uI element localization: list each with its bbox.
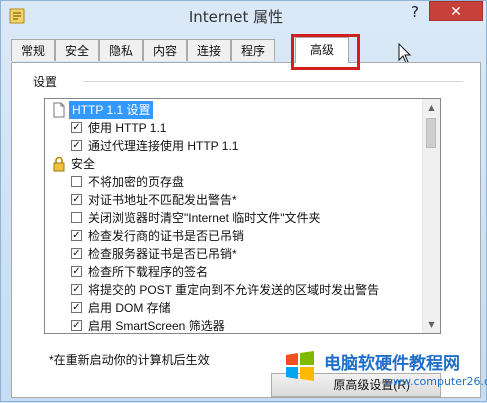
title-bar: Internet 属性 ? ✕ <box>1 1 486 31</box>
setting-label: 将提交的 POST 重定向到不允许发送的区域时发出警告 <box>88 283 380 297</box>
checkbox[interactable]: ✓ <box>71 302 82 313</box>
vertical-scrollbar[interactable]: ▲ ▼ <box>422 99 440 333</box>
page-icon <box>53 102 65 118</box>
annotation-highlight-box <box>291 34 360 70</box>
setting-check-signatures[interactable]: ✓ 检查所下载程序的签名 <box>45 263 425 281</box>
close-button[interactable]: ✕ <box>429 1 483 21</box>
checkbox[interactable]: ✓ <box>71 194 82 205</box>
setting-use-http11[interactable]: ✓ 使用 HTTP 1.1 <box>45 119 425 137</box>
scroll-up-arrow-icon[interactable]: ▲ <box>423 99 440 116</box>
setting-empty-temp-files[interactable]: 关闭浏览器时清空"Internet 临时文件"文件夹 <box>45 209 425 227</box>
checkbox[interactable]: ✓ <box>71 248 82 259</box>
watermark: 电脑软硬件教程网 www.computer26.com <box>284 347 487 403</box>
scroll-down-arrow-icon[interactable]: ▼ <box>423 316 440 333</box>
tab-programs[interactable]: 程序 <box>231 39 275 61</box>
restart-note: *在重新启动你的计算机后生效 <box>49 353 210 367</box>
setting-label: 关闭浏览器时清空"Internet 临时文件"文件夹 <box>88 211 321 225</box>
tab-privacy[interactable]: 隐私 <box>99 39 143 61</box>
setting-dom-storage[interactable]: ✓ 启用 DOM 存储 <box>45 299 425 317</box>
setting-label: 通过代理连接使用 HTTP 1.1 <box>88 139 239 153</box>
setting-check-publisher-revocation[interactable]: ✓ 检查发行商的证书是否已吊销 <box>45 227 425 245</box>
section-label: HTTP 1.1 设置 <box>69 101 154 119</box>
checkbox[interactable]: ✓ <box>71 230 82 241</box>
checkbox[interactable]: ✓ <box>71 122 82 133</box>
tab-general[interactable]: 常规 <box>11 39 55 61</box>
settings-listbox[interactable]: HTTP 1.1 设置 ✓ 使用 HTTP 1.1 ✓ 通过代理连接使用 HTT… <box>44 98 441 334</box>
checkbox[interactable]: ✓ <box>71 284 82 295</box>
setting-label: 对证书地址不匹配发出警告* <box>88 193 237 207</box>
windows-logo-icon <box>286 351 314 381</box>
setting-label: 使用 HTTP 1.1 <box>88 121 167 135</box>
lock-icon <box>53 156 65 172</box>
setting-post-redirect-warning[interactable]: ✓ 将提交的 POST 重定向到不允许发送的区域时发出警告 <box>45 281 425 299</box>
tab-connections[interactable]: 连接 <box>187 39 231 61</box>
setting-label: 检查服务器证书是否已吊销* <box>88 247 237 261</box>
scroll-thumb[interactable] <box>426 118 436 148</box>
group-divider <box>83 81 463 82</box>
setting-check-server-revocation[interactable]: ✓ 检查服务器证书是否已吊销* <box>45 245 425 263</box>
checkbox[interactable]: ✓ <box>71 140 82 151</box>
setting-smartscreen[interactable]: ✓ 启用 SmartScreen 筛选器 <box>45 317 425 333</box>
section-label: 安全 <box>71 157 96 171</box>
setting-http11-proxy[interactable]: ✓ 通过代理连接使用 HTTP 1.1 <box>45 137 425 155</box>
setting-label: 检查所下载程序的签名 <box>88 265 209 279</box>
tab-content[interactable]: 内容 <box>143 39 187 61</box>
internet-properties-window: Internet 属性 ? ✕ 常规 安全 隐私 内容 连接 程序 高级 设置 … <box>0 0 487 402</box>
setting-label: 不将加密的页存盘 <box>88 175 185 189</box>
checkbox[interactable] <box>71 212 82 223</box>
watermark-url: www.computer26.com <box>384 375 487 388</box>
setting-label: 检查发行商的证书是否已吊销 <box>88 229 245 243</box>
setting-cert-mismatch-warning[interactable]: ✓ 对证书地址不匹配发出警告* <box>45 191 425 209</box>
setting-label: 启用 DOM 存储 <box>88 301 171 315</box>
checkbox[interactable]: ✓ <box>71 266 82 277</box>
help-button[interactable]: ? <box>403 1 427 23</box>
watermark-title: 电脑软硬件教程网 <box>324 354 460 374</box>
checkbox[interactable]: ✓ <box>71 320 82 331</box>
tab-security[interactable]: 安全 <box>55 39 99 61</box>
setting-no-save-encrypted[interactable]: 不将加密的页存盘 <box>45 173 425 191</box>
section-http11[interactable]: HTTP 1.1 设置 <box>45 101 425 119</box>
section-security[interactable]: 安全 <box>45 155 425 173</box>
window-title: Internet 属性 <box>188 8 284 26</box>
setting-label: 启用 SmartScreen 筛选器 <box>88 319 225 333</box>
checkbox[interactable] <box>71 176 82 187</box>
settings-rows: HTTP 1.1 设置 ✓ 使用 HTTP 1.1 ✓ 通过代理连接使用 HTT… <box>45 101 425 333</box>
settings-group-label: 设置 <box>33 75 58 89</box>
